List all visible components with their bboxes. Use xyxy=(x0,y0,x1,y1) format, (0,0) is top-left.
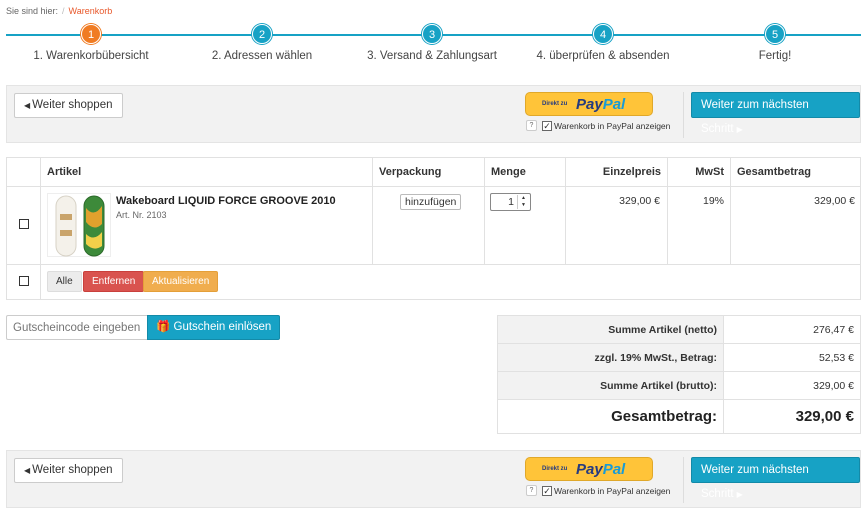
step-3-label: 3. Versand & Zahlungsart xyxy=(367,50,497,62)
item-select-cell xyxy=(6,186,41,265)
header-select xyxy=(6,157,41,187)
step-1: 1 1. Warenkorbübersicht xyxy=(6,24,176,62)
step-3: 3 3. Versand & Zahlungsart xyxy=(347,24,517,62)
item-vat: 19% xyxy=(702,195,724,207)
item-unit-price: 329,00 € xyxy=(619,195,660,207)
step-2-number: 2 xyxy=(252,24,272,44)
grand-total-label: Gesamtbetrag: xyxy=(497,399,724,434)
quantity-value: 1 xyxy=(508,196,514,208)
continue-shopping-button-bottom[interactable]: ◀ Weiter shoppen xyxy=(14,458,123,483)
caret-left-icon: ◀ xyxy=(24,101,31,110)
toolbar-divider xyxy=(683,457,684,503)
step-1-label: 1. Warenkorbübersicht xyxy=(33,50,149,62)
paypal-express-button[interactable]: Direkt zu PayPal xyxy=(525,92,653,116)
gift-icon: 🎁 xyxy=(156,321,174,333)
totals-row-grand: Gesamtbetrag: 329,00 € xyxy=(497,399,861,434)
net-sum-label: Summe Artikel (netto) xyxy=(497,315,724,344)
caret-right-icon: ▶ xyxy=(736,490,743,499)
checkout-steps: 1 1. Warenkorbübersicht 2 2. Adressen wä… xyxy=(6,24,861,64)
header-vat: MwSt xyxy=(667,157,731,187)
step-2: 2 2. Adressen wählen xyxy=(177,24,347,62)
caret-left-icon: ◀ xyxy=(24,466,31,475)
paypal-show-cart-label: Warenkorb in PayPal anzeigen xyxy=(554,121,671,131)
continue-shopping-label: Weiter shoppen xyxy=(32,464,113,476)
breadcrumb-separator: / xyxy=(62,6,65,16)
header-total: Gesamtbetrag xyxy=(730,157,861,187)
totals-row-gross: Summe Artikel (brutto): 329,00 € xyxy=(497,371,861,400)
paypal-express-button-bottom[interactable]: Direkt zu PayPal xyxy=(525,457,653,481)
header-unit-price: Einzelpreis xyxy=(565,157,668,187)
product-article-nr: Art. Nr. 2103 xyxy=(116,210,167,220)
breadcrumb-current[interactable]: Warenkorb xyxy=(69,6,113,16)
header-packaging: Verpackung xyxy=(372,157,485,187)
cart-header-row: Artikel Verpackung Menge Einzelpreis MwS… xyxy=(6,157,861,187)
continue-shopping-button[interactable]: ◀ Weiter shoppen xyxy=(14,93,123,118)
redeem-coupon-button[interactable]: 🎁 Gutschein einlösen xyxy=(147,315,281,340)
product-image[interactable] xyxy=(47,193,111,257)
step-5-number: 5 xyxy=(765,24,785,44)
help-icon[interactable]: ? xyxy=(526,120,537,131)
checkout-toolbar-bottom: ◀ Weiter shoppen Direkt zu PayPal ? ✓ War… xyxy=(6,450,861,508)
step-4-number: 4 xyxy=(593,24,613,44)
paypal-show-cart-checkbox[interactable]: ✓ xyxy=(542,121,552,131)
gross-sum-value: 329,00 € xyxy=(723,371,861,400)
step-1-number: 1 xyxy=(81,24,101,44)
toolbar-divider xyxy=(683,92,684,138)
select-all-button[interactable]: Alle xyxy=(47,271,82,292)
header-article: Artikel xyxy=(40,157,373,187)
step-4-label: 4. überprüfen & absenden xyxy=(536,50,670,62)
next-step-label: Weiter zum nächsten Schritt xyxy=(701,464,809,500)
checkout-toolbar-top: ◀ Weiter shoppen Direkt zu PayPal ? ✓ War… xyxy=(6,85,861,143)
product-name[interactable]: Wakeboard LIQUID FORCE GROOVE 2010 xyxy=(116,195,336,207)
select-all-checkbox[interactable] xyxy=(18,275,29,286)
vat-amount-label: zzgl. 19% MwSt., Betrag: xyxy=(497,343,724,372)
redeem-coupon-label: Gutschein einlösen xyxy=(173,321,272,333)
net-sum-value: 276,47 € xyxy=(723,315,861,344)
totals-row-net: Summe Artikel (netto) 276,47 € xyxy=(497,315,861,344)
breadcrumb: Sie sind hier: / Warenkorb xyxy=(6,6,112,16)
caret-right-icon: ▶ xyxy=(736,125,743,134)
paypal-show-cart-checkbox-bottom[interactable]: ✓ xyxy=(542,486,552,496)
grand-total-value: 329,00 € xyxy=(723,399,861,434)
step-3-number: 3 xyxy=(422,24,442,44)
paypal-show-cart-label: Warenkorb in PayPal anzeigen xyxy=(554,486,671,496)
next-step-label: Weiter zum nächsten Schritt xyxy=(701,99,809,135)
spinner-icon[interactable]: ▲ ▼ xyxy=(517,195,529,209)
add-packaging-button[interactable]: hinzufügen xyxy=(400,194,462,210)
remove-button[interactable]: Entfernen xyxy=(83,271,145,292)
paypal-logo: PayPal xyxy=(576,461,626,478)
totals-row-vat: zzgl. 19% MwSt., Betrag: 52,53 € xyxy=(497,343,861,372)
coupon-input[interactable] xyxy=(6,315,147,340)
paypal-logo: PayPal xyxy=(576,96,626,113)
paypal-prefix: Direkt zu xyxy=(542,466,568,472)
select-all-cell xyxy=(6,264,41,300)
breadcrumb-prefix: Sie sind hier: xyxy=(6,6,59,16)
vat-amount-value: 52,53 € xyxy=(723,343,861,372)
next-step-button[interactable]: Weiter zum nächsten Schritt ▶ xyxy=(691,92,860,135)
step-4: 4 4. überprüfen & absenden xyxy=(518,24,688,62)
header-quantity: Menge xyxy=(484,157,566,187)
step-5: 5 Fertig! xyxy=(690,24,860,62)
update-button[interactable]: Aktualisieren xyxy=(143,271,219,292)
wakeboard-image xyxy=(55,195,105,257)
paypal-prefix: Direkt zu xyxy=(542,101,568,107)
totals-table: Summe Artikel (netto) 276,47 € zzgl. 19%… xyxy=(497,315,861,434)
continue-shopping-label: Weiter shoppen xyxy=(32,99,113,111)
help-icon[interactable]: ? xyxy=(526,485,537,496)
step-2-label: 2. Adressen wählen xyxy=(211,50,313,62)
next-step-button-bottom[interactable]: Weiter zum nächsten Schritt ▶ xyxy=(691,457,860,500)
gross-sum-label: Summe Artikel (brutto): xyxy=(497,371,724,400)
item-checkbox[interactable] xyxy=(18,219,29,229)
quantity-stepper[interactable]: 1 ▲ ▼ xyxy=(490,193,531,211)
step-5-label: Fertig! xyxy=(758,50,792,62)
item-total: 329,00 € xyxy=(814,195,855,207)
